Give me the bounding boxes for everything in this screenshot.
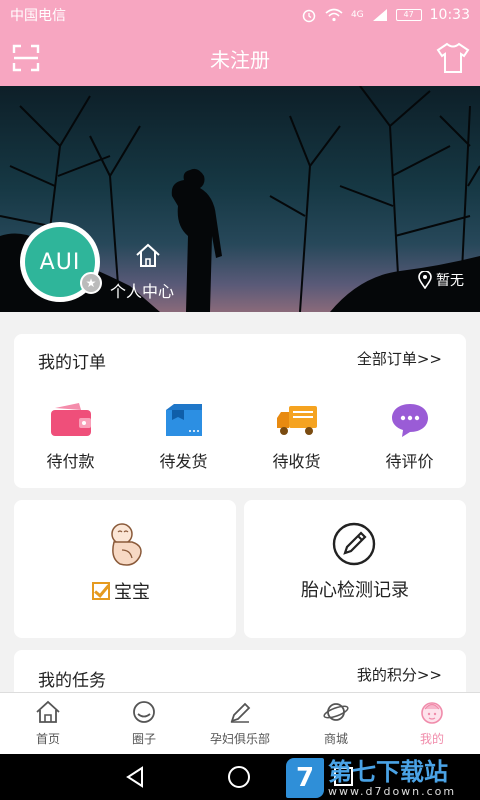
tab-home[interactable]: 首页: [0, 693, 96, 754]
order-pending-shipment-label: 待发货: [159, 452, 208, 471]
network-type: 4G: [350, 10, 364, 20]
orders-title: 我的订单: [38, 353, 106, 373]
watermark: 7 第七下载站 www.d7down.com: [286, 756, 480, 800]
status-icons: 4G 47 10:33: [301, 7, 470, 23]
watermark-url: www.d7down.com: [328, 784, 457, 798]
order-status-list: 待付款 待发货 待收货 待评价: [14, 402, 466, 472]
tshirt-icon[interactable]: [436, 42, 470, 74]
tab-mine-label: 我的: [419, 732, 444, 746]
baby-text: 宝宝: [114, 582, 150, 603]
back-icon[interactable]: [124, 766, 146, 788]
badge-icon: ★: [80, 272, 102, 294]
tab-shop-label: 商城: [323, 732, 348, 746]
baby-icon: [111, 523, 142, 566]
order-pending-shipment[interactable]: 待发货: [127, 402, 240, 472]
watermark-logo: 7: [286, 758, 324, 798]
tab-mine[interactable]: 我的: [384, 693, 480, 754]
order-pending-payment-label: 待付款: [46, 452, 95, 471]
personal-center-link[interactable]: 个人中心: [110, 278, 174, 302]
carrier-name: 中国电信: [10, 8, 66, 24]
tab-club[interactable]: 孕妇俱乐部: [192, 693, 288, 754]
watermark-title: 第七下载站: [328, 757, 448, 786]
order-pending-review[interactable]: 待评价: [353, 402, 466, 472]
status-bar: 中国电信 4G 47 10:33: [0, 0, 480, 30]
order-pending-payment[interactable]: 待付款: [14, 402, 127, 472]
fetal-heart-card[interactable]: 胎心检测记录: [244, 500, 466, 638]
truck-icon: [276, 406, 317, 435]
home-icon: [36, 700, 60, 723]
home-button-icon[interactable]: [228, 766, 250, 788]
baby-label: 宝宝: [92, 578, 150, 604]
chat-bubble-icon: [391, 404, 428, 437]
baby-card[interactable]: 宝宝: [14, 500, 236, 638]
package-icon: [165, 404, 202, 436]
orders-card: 我的订单 全部订单>> 待付款 待发货 待收货 待评价: [14, 334, 466, 488]
order-pending-review-label: 待评价: [385, 452, 434, 471]
tab-club-label: 孕妇俱乐部: [209, 732, 270, 746]
location-pin-icon: [418, 271, 432, 289]
tab-shop[interactable]: 商城: [288, 693, 384, 754]
page-title: 未注册: [210, 47, 270, 72]
circle-chat-icon: [133, 701, 155, 723]
planet-icon: [323, 703, 349, 721]
avatar[interactable]: AUI ★: [20, 222, 102, 302]
location[interactable]: 暂无: [418, 270, 464, 290]
order-pending-receipt[interactable]: 待收货: [240, 402, 353, 472]
tab-circle[interactable]: 圈子: [96, 693, 192, 754]
pencil-circle-icon: [332, 522, 376, 566]
checkbox-checked-icon[interactable]: [92, 582, 110, 600]
tab-circle-label: 圈子: [131, 732, 156, 746]
scan-icon[interactable]: [12, 44, 40, 72]
bottom-tab-bar: 首页 圈子 孕妇俱乐部 商城 我的: [0, 692, 480, 754]
wifi-icon: [325, 8, 343, 22]
tasks-title: 我的任务: [38, 671, 106, 691]
my-points-link[interactable]: 我的积分>>: [357, 664, 442, 685]
baby-face-icon: [421, 702, 443, 724]
profile-banner: AUI ★ 个人中心 暂无: [0, 86, 480, 312]
clock: 10:33: [429, 7, 470, 23]
battery-icon: 47: [395, 9, 422, 21]
wallet-icon: [50, 403, 91, 436]
order-pending-receipt-label: 待收货: [272, 452, 321, 471]
signal-icon: [372, 9, 387, 21]
pencil-icon: [230, 702, 251, 723]
all-orders-link[interactable]: 全部订单>>: [357, 348, 442, 369]
home-icon[interactable]: [134, 242, 162, 268]
fetal-heart-label: 胎心检测记录: [301, 580, 409, 601]
tab-home-label: 首页: [35, 732, 60, 746]
watermark-text: 第七下载站 www.d7down.com: [328, 759, 456, 798]
title-bar: 未注册: [0, 30, 480, 86]
location-text: 暂无: [436, 273, 464, 289]
alarm-icon: [302, 9, 316, 23]
